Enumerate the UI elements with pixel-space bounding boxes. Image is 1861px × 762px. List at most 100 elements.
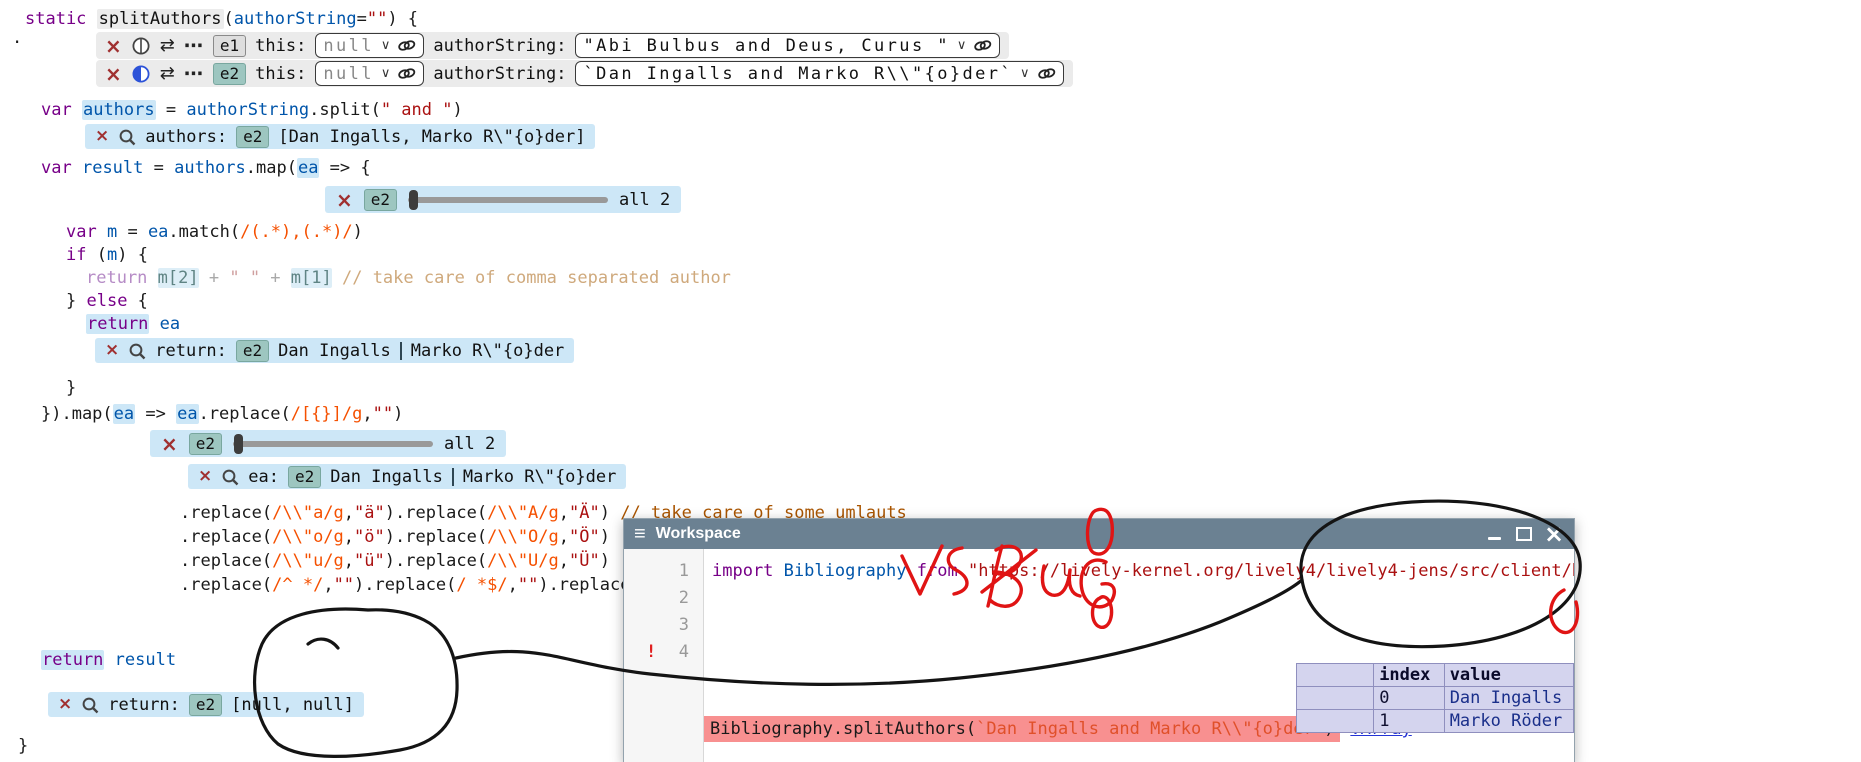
workspace-titlebar[interactable]: ≡ Workspace ×: [624, 519, 1574, 549]
code-token: ea: [176, 404, 198, 424]
code-token: m: [107, 222, 117, 242]
code-token: static: [25, 9, 86, 29]
this-value-select[interactable]: null ∨: [315, 61, 424, 86]
evaluated-expression[interactable]: Bibliography.splitAuthors(`Dan Ingalls a…: [704, 716, 1340, 742]
delete-probe-icon[interactable]: ×: [95, 128, 109, 145]
link-icon[interactable]: [1037, 66, 1056, 81]
code-token: }: [66, 291, 86, 311]
code-token: else: [86, 291, 127, 311]
code-token: import: [712, 561, 773, 581]
maximize-icon: [1516, 527, 1532, 541]
code-line-replace-o[interactable]: .replace(/\\"o/g,"ö").replace(/\\"O/g,"Ö…: [180, 527, 610, 548]
code-token: var: [66, 222, 97, 242]
more-options-icon[interactable]: ⋯: [184, 63, 204, 85]
code-line-return-swapped[interactable]: return m[2] + " " + m[1] // take care of…: [86, 268, 731, 289]
link-icon[interactable]: [397, 38, 416, 53]
inspector-table: index value 0 Dan Ingalls 1 Marko Röder: [1296, 663, 1574, 733]
code-token: /\\"O/g: [487, 527, 559, 547]
code-token: [907, 561, 917, 581]
code-line-var-authors[interactable]: var authors = authorString.split(" and "…: [41, 100, 463, 121]
code-token: ): [452, 100, 462, 120]
more-options-icon[interactable]: ⋯: [184, 35, 204, 57]
chevron-down-icon: ∨: [381, 66, 391, 81]
example-badge[interactable]: e2: [236, 340, 269, 362]
code-line-var-result[interactable]: var result = authors.map(ea => {: [41, 158, 371, 179]
menu-icon[interactable]: ≡: [634, 523, 646, 546]
delete-probe-icon[interactable]: ×: [58, 696, 72, 713]
probe-value: Marko R\"{o}der: [411, 341, 565, 361]
example-badge[interactable]: e2: [189, 433, 222, 455]
magnifier-icon[interactable]: [128, 342, 146, 360]
example-name-badge[interactable]: e2: [213, 63, 246, 85]
toggle-off-icon[interactable]: [131, 36, 151, 56]
link-icon[interactable]: [397, 66, 416, 81]
code-line-stray-dot[interactable]: .: [12, 28, 22, 49]
workspace-code-line[interactable]: import Bibliography from "https://lively…: [712, 561, 1574, 582]
magnifier-icon[interactable]: [118, 128, 136, 146]
slider-track[interactable]: [408, 197, 608, 203]
code-line-signature[interactable]: static splitAuthors(authorString="") {: [25, 9, 418, 30]
table-cell-index: 1: [1374, 710, 1445, 733]
delete-probe-icon[interactable]: ×: [198, 468, 212, 485]
code-token: splitAuthors: [97, 9, 224, 29]
magnifier-icon[interactable]: [221, 468, 239, 486]
code-line-map-replace[interactable]: }).map(ea => ea.replace(/[{}]/g,""): [41, 404, 403, 425]
code-token: /(.*),(.*)/: [240, 222, 353, 242]
swap-icon[interactable]: ⇄: [160, 35, 175, 56]
arg-value-select[interactable]: `Dan Ingalls and Marko R\\"{o}der` ∨: [575, 61, 1063, 86]
close-button[interactable]: ×: [1544, 524, 1564, 544]
code-token: ,: [559, 503, 569, 523]
close-icon: ×: [1544, 522, 1564, 546]
slider-thumb[interactable]: [409, 190, 418, 210]
code-token: /\\"A/g: [487, 503, 559, 523]
code-token: [332, 268, 342, 288]
chevron-down-icon: ∨: [381, 38, 391, 53]
swap-icon[interactable]: ⇄: [160, 63, 175, 84]
minimize-icon: [1488, 537, 1501, 540]
arg-value: "Abi Bulbus and Deus, Curus ": [583, 36, 949, 56]
code-token: "": [518, 575, 538, 595]
this-value-select[interactable]: null ∨: [315, 33, 424, 58]
code-line-var-m[interactable]: var m = ea.match(/(.*),(.*)/): [66, 222, 363, 243]
code-token: .map(: [246, 158, 297, 178]
example-badge[interactable]: e2: [236, 126, 269, 148]
code-line-if-m[interactable]: if (m) {: [66, 245, 148, 266]
delete-example-icon[interactable]: ×: [105, 64, 122, 84]
example-badge[interactable]: e2: [288, 466, 321, 488]
arg-value-select[interactable]: "Abi Bulbus and Deus, Curus " ∨: [575, 33, 1000, 58]
slider-label: all 2: [619, 190, 670, 210]
code-token: [147, 268, 157, 288]
code-line-else[interactable]: } else {: [66, 291, 148, 312]
workspace-editor: 1 2 3 4 ! import Bibliography from "http…: [624, 549, 1574, 762]
code-line-replace-u[interactable]: .replace(/\\"u/g,"ü").replace(/\\"U/g,"Ü…: [180, 551, 610, 572]
code-line-close-if[interactable]: }: [66, 378, 76, 399]
delete-slider-icon[interactable]: ×: [161, 434, 178, 454]
example-badge[interactable]: e2: [189, 694, 222, 716]
delete-example-icon[interactable]: ×: [105, 36, 122, 56]
error-marker: !: [646, 642, 656, 663]
this-value: null: [323, 36, 374, 56]
code-token: =>: [135, 404, 176, 424]
code-line-return-ea[interactable]: return ea: [86, 314, 180, 335]
slider-track[interactable]: [233, 441, 433, 447]
code-line-close-fn[interactable]: }: [18, 736, 28, 757]
magnifier-icon[interactable]: [81, 696, 99, 714]
toggle-on-icon[interactable]: [131, 64, 151, 84]
maximize-button[interactable]: [1514, 524, 1534, 544]
code-token: result: [82, 158, 143, 178]
code-token: from: [917, 561, 958, 581]
probe-label: ea:: [248, 467, 279, 487]
code-token: return: [86, 314, 149, 334]
example-name-badge[interactable]: e1: [213, 35, 246, 57]
slider-thumb[interactable]: [234, 434, 243, 454]
delete-slider-icon[interactable]: ×: [336, 190, 353, 210]
code-token: ,: [508, 575, 518, 595]
link-icon[interactable]: [973, 38, 992, 53]
delete-probe-icon[interactable]: ×: [105, 342, 119, 359]
code-line-replace-trim[interactable]: .replace(/^ */,"").replace(/ *$/,"").rep…: [180, 575, 651, 596]
code-token: [104, 650, 114, 670]
code-line-return-result[interactable]: return result: [41, 650, 176, 671]
code-token: ,: [559, 551, 569, 571]
minimize-button[interactable]: [1484, 524, 1504, 544]
example-badge[interactable]: e2: [364, 189, 397, 211]
